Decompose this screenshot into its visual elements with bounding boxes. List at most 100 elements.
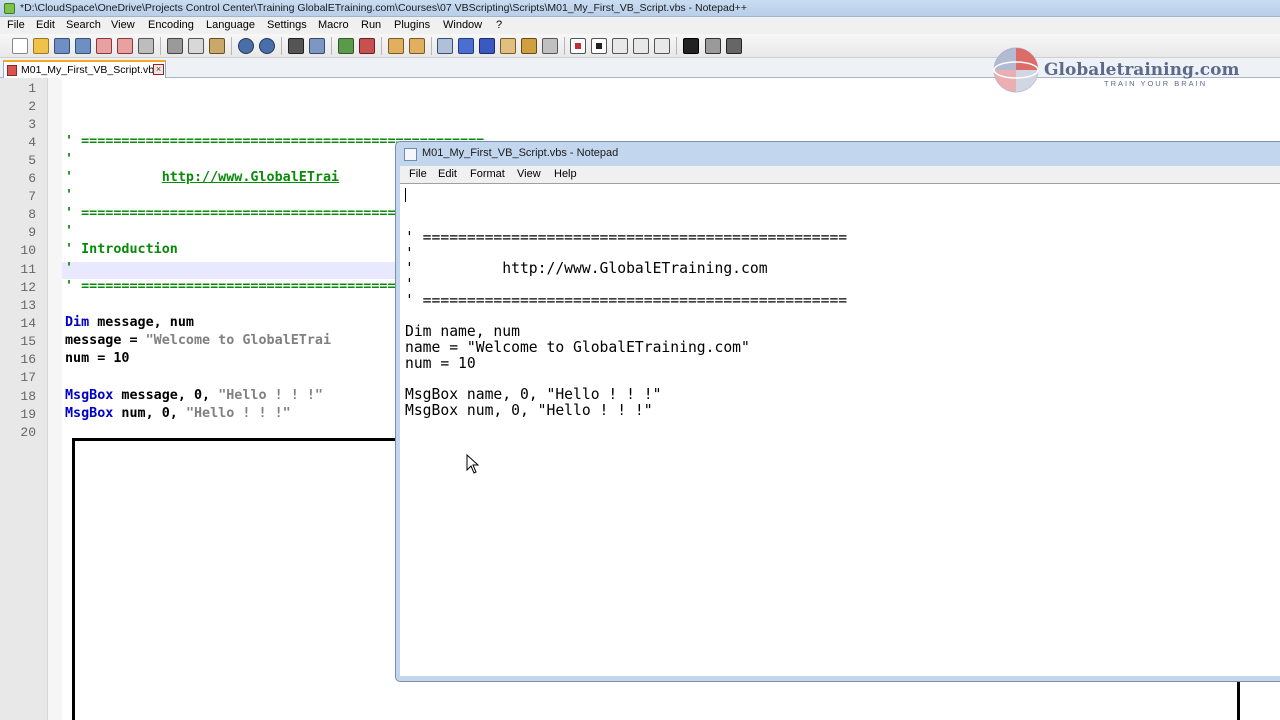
zoom-in-icon[interactable] [338, 38, 354, 54]
line-number: 9 [28, 225, 36, 240]
menu-plugins[interactable]: Plugins [394, 19, 430, 31]
stop-macro-icon[interactable] [591, 38, 607, 54]
menu-file[interactable]: File [7, 19, 25, 31]
save-icon[interactable] [54, 38, 70, 54]
zoom-out-icon[interactable] [359, 38, 375, 54]
toolbar-separator [281, 37, 282, 55]
line-number: 14 [20, 316, 36, 331]
menu-search[interactable]: Search [66, 19, 101, 31]
compare-icon[interactable] [705, 38, 721, 54]
play-macro-icon[interactable] [612, 38, 628, 54]
all-chars-icon[interactable] [458, 38, 474, 54]
notepad-line: ' http://www.GlobalETraining.com [405, 260, 768, 277]
close-icon[interactable] [96, 38, 112, 54]
code-keyword: Dim [65, 315, 90, 330]
line-number: 16 [20, 352, 36, 367]
code-line: ' [65, 261, 74, 276]
line-number: 19 [20, 407, 36, 422]
code-line: ' [65, 152, 74, 167]
notepad-line: MsgBox num, 0, "Hello ! ! !" [405, 402, 653, 419]
code-line: ' Introduction [65, 242, 178, 257]
run-macro-multiple-icon[interactable] [633, 38, 649, 54]
lang-icon[interactable] [500, 38, 516, 54]
notepad-menu-help[interactable]: Help [554, 168, 577, 180]
npp-window-title: *D:\CloudSpace\OneDrive\Projects Control… [20, 2, 747, 14]
new-file-icon[interactable] [12, 38, 28, 54]
current-line-highlight [62, 262, 402, 279]
open-icon[interactable] [33, 38, 49, 54]
sync-v-icon[interactable] [388, 38, 404, 54]
notepad-menu-format[interactable]: Format [470, 168, 505, 180]
code-string: "Welcome to GlobalETrai [145, 333, 332, 348]
sync-h-icon[interactable] [409, 38, 425, 54]
menu-edit[interactable]: Edit [36, 19, 55, 31]
toolbar-separator [231, 37, 232, 55]
word-wrap-icon[interactable] [437, 38, 453, 54]
notepad-line: num = 10 [405, 355, 476, 372]
menu-run[interactable]: Run [361, 19, 381, 31]
toolbar-separator [564, 37, 565, 55]
notepad-app-icon [404, 148, 417, 161]
cut-icon[interactable] [167, 38, 183, 54]
copy-icon[interactable] [188, 38, 204, 54]
notepad-line: ' ======================================… [405, 292, 848, 309]
notepad-menu-edit[interactable]: Edit [438, 168, 457, 180]
save-macro-icon[interactable] [654, 38, 670, 54]
menu-view[interactable]: View [111, 19, 135, 31]
menu-help[interactable]: ? [496, 19, 502, 31]
line-number: 13 [20, 298, 36, 313]
menu-encoding[interactable]: Encoding [148, 19, 194, 31]
mouse-pointer-icon [466, 454, 480, 474]
code-line: Dim message, num [65, 315, 194, 330]
line-number: 11 [20, 262, 36, 277]
globaletraining-logo: Globaletraining.com TRAIN YOUR BRAIN [986, 40, 1239, 100]
code-string: "Hello ! ! !" [218, 388, 323, 403]
spell-check-icon[interactable] [683, 38, 699, 54]
close-all-icon[interactable] [117, 38, 133, 54]
globe-logo-icon [993, 47, 1039, 93]
line-number: 5 [28, 153, 36, 168]
logo-tagline: TRAIN YOUR BRAIN [1104, 79, 1208, 88]
line-number: 15 [20, 334, 36, 349]
notepad-text-area[interactable]: ' ======================================… [400, 183, 1280, 676]
redo-icon[interactable] [259, 38, 275, 54]
function-list-icon[interactable] [542, 38, 558, 54]
doc-map-icon[interactable] [521, 38, 537, 54]
logo-text: Globaletraining.com [1044, 60, 1240, 80]
line-number: 4 [28, 135, 36, 150]
code-line: ' http://www.GlobalETrai [65, 170, 339, 185]
menu-settings[interactable]: Settings [267, 19, 307, 31]
notepad-line: ' [405, 276, 414, 293]
code-text: num, 0, [113, 406, 186, 421]
menu-window[interactable]: Window [443, 19, 482, 31]
code-line: message = "Welcome to GlobalETrai [65, 333, 331, 348]
notepad-window[interactable]: M01_My_First_VB_Script.vbs - Notepad Fil… [395, 141, 1280, 682]
find-icon[interactable] [288, 38, 304, 54]
notepad-menu-file[interactable]: File [409, 168, 427, 180]
code-text: message, num [89, 315, 194, 330]
paste-icon[interactable] [209, 38, 225, 54]
notepad-line: MsgBox name, 0, "Hello ! ! !" [405, 386, 662, 403]
record-macro-icon[interactable] [570, 38, 586, 54]
toolbar-separator [381, 37, 382, 55]
tab-script-file[interactable]: M01_My_First_VB_Script.vbs × [3, 60, 166, 78]
tab-close-icon[interactable]: × [153, 64, 164, 75]
code-url[interactable]: http://www.GlobalETrai [162, 170, 339, 185]
toolbar-separator [160, 37, 161, 55]
code-keyword: MsgBox [65, 388, 114, 403]
settings-icon[interactable] [726, 38, 742, 54]
line-number: 3 [28, 117, 36, 132]
menu-macro[interactable]: Macro [318, 19, 349, 31]
text-caret [405, 188, 406, 202]
line-number: 1 [28, 81, 36, 96]
menu-language[interactable]: Language [206, 19, 255, 31]
toolbar-separator [431, 37, 432, 55]
undo-icon[interactable] [238, 38, 254, 54]
save-all-icon[interactable] [75, 38, 91, 54]
replace-icon[interactable] [309, 38, 325, 54]
print-icon[interactable] [138, 38, 154, 54]
indent-guide-icon[interactable] [479, 38, 495, 54]
code-text: message = [65, 333, 146, 348]
notepad-menu-view[interactable]: View [517, 168, 541, 180]
code-line: ' [65, 188, 74, 203]
